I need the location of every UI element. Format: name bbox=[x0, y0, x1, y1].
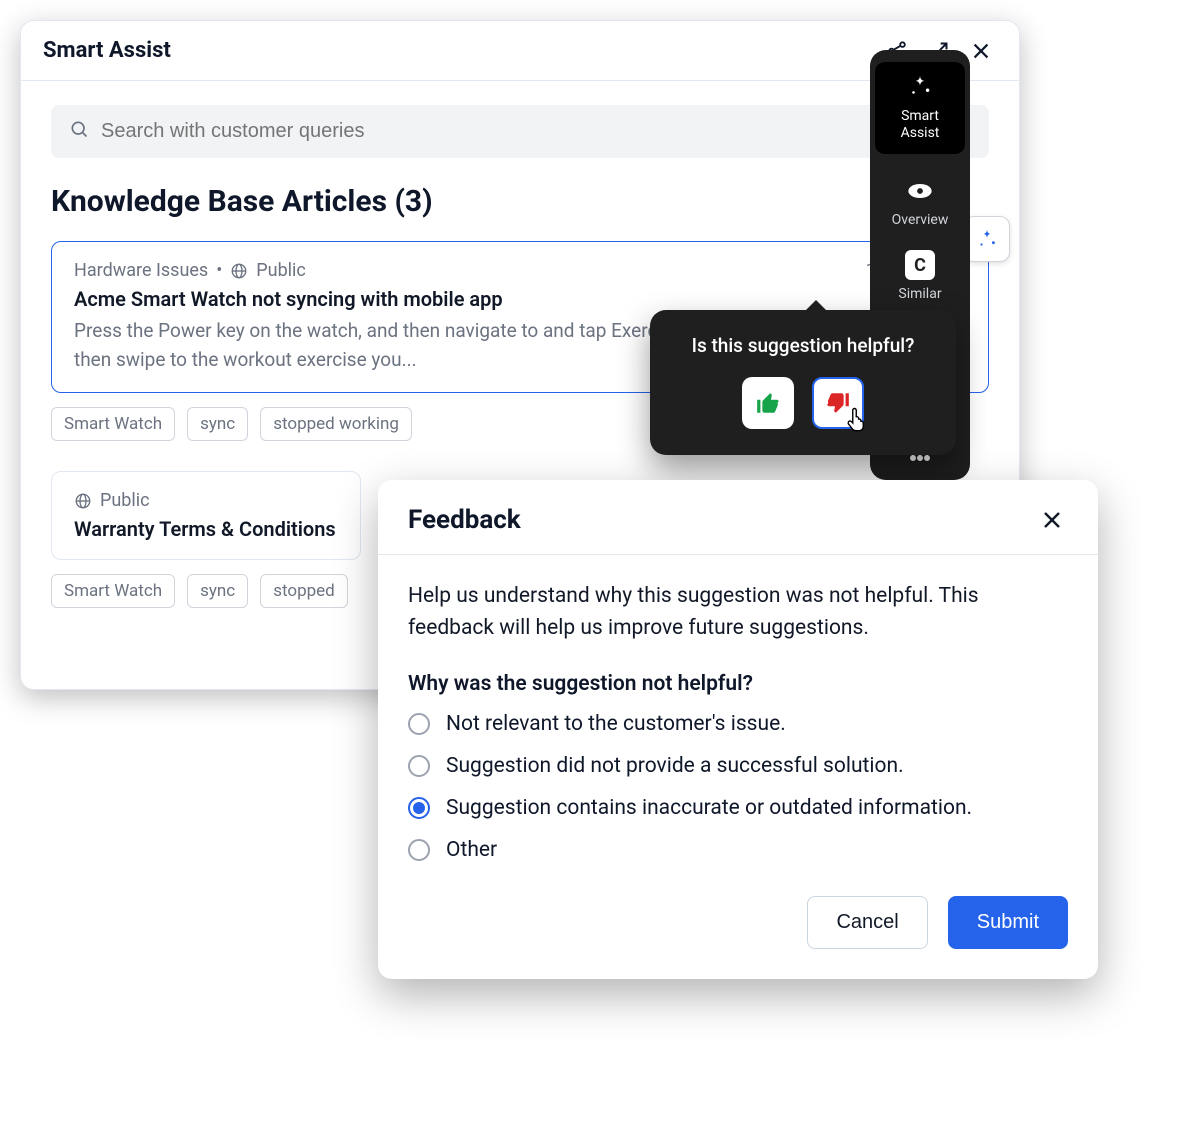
meta-separator: • bbox=[216, 260, 222, 281]
feedback-option[interactable]: Suggestion contains inaccurate or outdat… bbox=[408, 796, 1068, 820]
rail-label: Overview bbox=[892, 212, 949, 229]
tag[interactable]: sync bbox=[187, 407, 248, 441]
card-title: Warranty Terms & Conditions bbox=[74, 517, 338, 541]
rail-item-similar[interactable]: C Similar bbox=[898, 250, 941, 303]
feedback-option[interactable]: Suggestion did not provide a successful … bbox=[408, 754, 1068, 778]
radio-icon bbox=[408, 797, 430, 819]
similar-icon: C bbox=[905, 250, 935, 280]
close-icon[interactable] bbox=[1036, 504, 1068, 536]
card-meta: Public bbox=[74, 490, 338, 511]
rail-label: Smart Assist bbox=[883, 108, 957, 142]
pointer-cursor-icon bbox=[844, 405, 872, 439]
tag[interactable]: sync bbox=[187, 574, 248, 608]
radio-icon bbox=[408, 713, 430, 735]
modal-header: Feedback bbox=[378, 480, 1098, 555]
option-label: Suggestion did not provide a successful … bbox=[446, 754, 904, 778]
kb-article-card[interactable]: Public Warranty Terms & Conditions bbox=[51, 471, 361, 560]
card-category: Hardware Issues bbox=[74, 260, 208, 281]
panel-title: Smart Assist bbox=[43, 38, 171, 63]
option-label: Not relevant to the customer's issue. bbox=[446, 712, 786, 736]
section-title: Knowledge Base Articles (3) bbox=[51, 184, 989, 219]
close-icon[interactable] bbox=[965, 35, 997, 67]
submit-button[interactable]: Submit bbox=[948, 896, 1068, 949]
radio-icon bbox=[408, 755, 430, 777]
thumbs-up-button[interactable] bbox=[742, 377, 794, 429]
tag[interactable]: stopped bbox=[260, 574, 348, 608]
suggestion-badge[interactable] bbox=[964, 216, 1010, 262]
globe-icon bbox=[230, 262, 248, 280]
tag[interactable]: Smart Watch bbox=[51, 407, 175, 441]
search-input-wrapper[interactable] bbox=[51, 105, 989, 158]
option-label: Other bbox=[446, 838, 497, 862]
eye-icon bbox=[905, 176, 935, 206]
thumbs-up-icon bbox=[755, 390, 781, 416]
tag[interactable]: stopped working bbox=[260, 407, 412, 441]
tag[interactable]: Smart Watch bbox=[51, 574, 175, 608]
card-visibility: Public bbox=[100, 490, 150, 511]
thumbs-down-button[interactable] bbox=[812, 377, 864, 429]
cancel-button[interactable]: Cancel bbox=[807, 896, 927, 949]
modal-title: Feedback bbox=[408, 505, 1026, 535]
feedback-modal: Feedback Help us understand why this sug… bbox=[378, 480, 1098, 979]
globe-icon bbox=[74, 492, 92, 510]
sparkle-icon bbox=[905, 72, 935, 102]
option-label: Suggestion contains inaccurate or outdat… bbox=[446, 796, 972, 820]
feedback-option[interactable]: Not relevant to the customer's issue. bbox=[408, 712, 1068, 736]
feedback-question: Why was the suggestion not helpful? bbox=[408, 672, 1068, 696]
card-visibility: Public bbox=[256, 260, 306, 281]
search-icon bbox=[69, 119, 89, 144]
helpful-popover: Is this suggestion helpful? bbox=[650, 310, 956, 455]
feedback-options: Not relevant to the customer's issue. Su… bbox=[408, 712, 1068, 862]
rail-label: Similar bbox=[898, 286, 941, 303]
search-input[interactable] bbox=[101, 120, 971, 143]
card-meta: Hardware Issues • Public 12 Dec 2024 bbox=[74, 260, 966, 281]
sparkle-icon bbox=[976, 228, 998, 250]
modal-lead: Help us understand why this suggestion w… bbox=[408, 581, 1068, 644]
card-title: Acme Smart Watch not syncing with mobile… bbox=[74, 287, 966, 311]
feedback-option[interactable]: Other bbox=[408, 838, 1068, 862]
radio-icon bbox=[408, 839, 430, 861]
rail-item-overview[interactable]: Overview bbox=[892, 176, 949, 229]
rail-item-smart-assist[interactable]: Smart Assist bbox=[875, 62, 965, 154]
popover-title: Is this suggestion helpful? bbox=[668, 334, 938, 357]
